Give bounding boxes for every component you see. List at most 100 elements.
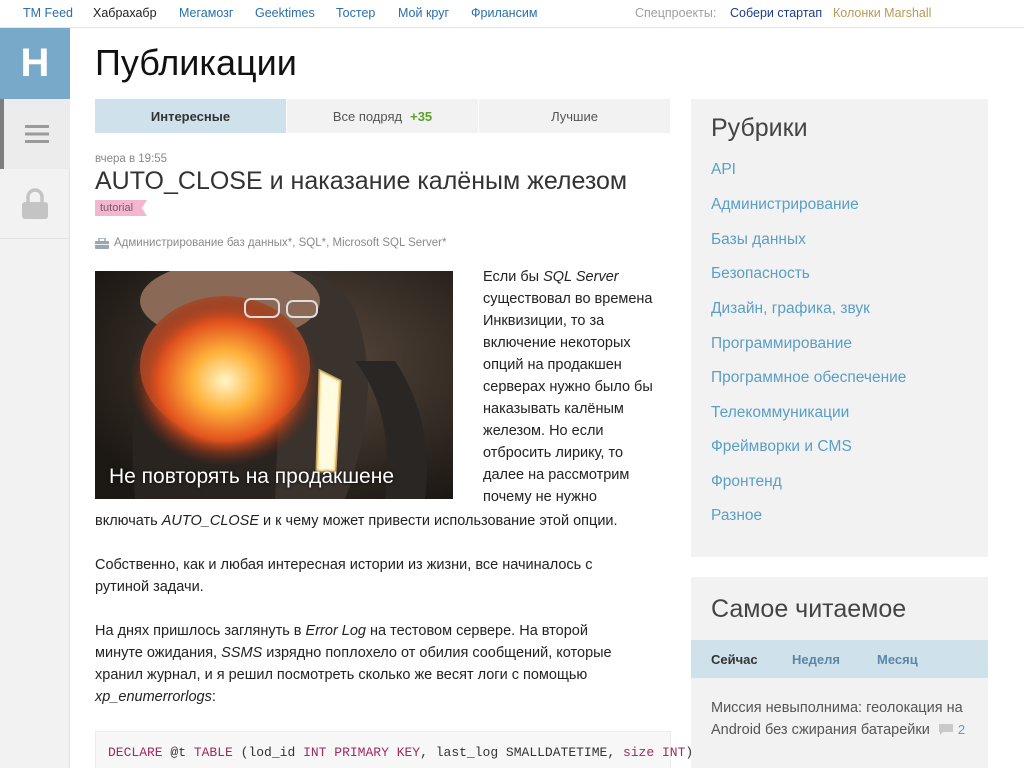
login-button[interactable] bbox=[0, 169, 70, 239]
menu-button[interactable] bbox=[0, 99, 70, 169]
comment-count: 2 bbox=[957, 722, 966, 737]
rubrics-panel: Рубрики API Администрирование Базы данны… bbox=[691, 99, 988, 557]
code-keyword: PRIMARY KEY bbox=[334, 745, 421, 760]
lock-icon bbox=[22, 187, 48, 219]
nav-tm-feed[interactable]: TM Feed bbox=[23, 6, 73, 20]
special-startup-link[interactable]: Собери стартап bbox=[730, 6, 822, 20]
post-image: Не повторять на продакшене bbox=[95, 271, 453, 499]
hub-link[interactable]: SQL* bbox=[299, 237, 327, 249]
rubric-link[interactable]: Администрирование bbox=[711, 196, 859, 214]
text-segment: минуте ожидания, bbox=[95, 645, 222, 661]
text-segment: изрядно поплохело от обилия сообщений, к… bbox=[262, 645, 612, 661]
hamburger-icon bbox=[25, 125, 49, 143]
text-line: На днях пришлось заглянуть в Error Log н… bbox=[95, 620, 588, 642]
publication-tabs: Интересные Все подряд +35 Лучшие bbox=[95, 99, 671, 133]
rubric-link[interactable]: Программное обеспечение bbox=[711, 369, 906, 387]
nav-megamozg[interactable]: Мегамозг bbox=[179, 6, 233, 20]
new-count-badge: +35 bbox=[410, 108, 433, 124]
text-segment: На днях пришлось заглянуть в bbox=[95, 623, 306, 639]
nav-frilansim[interactable]: Фрилансим bbox=[471, 6, 537, 20]
text-line: железом. Но если bbox=[483, 423, 604, 439]
rubric-link[interactable]: Телекоммуникации bbox=[711, 404, 849, 422]
post-title[interactable]: AUTO_CLOSE и наказание калёным железом bbox=[95, 167, 627, 196]
hub-icon bbox=[95, 237, 109, 249]
most-read-title: Самое читаемое bbox=[711, 595, 907, 623]
image-caption: Не повторять на продакшене bbox=[109, 465, 394, 488]
code-keyword: TABLE bbox=[193, 745, 233, 760]
tab-week[interactable]: Неделя bbox=[792, 652, 840, 667]
intro-paragraph: Если бы SQL Server существовал во времен… bbox=[483, 266, 673, 508]
top-navigation: TM Feed Хабрахабр Мегамозг Geektimes Тос… bbox=[0, 0, 1024, 28]
tab-interesting-label: Интересные bbox=[150, 108, 231, 124]
tab-month[interactable]: Месяц bbox=[877, 652, 918, 667]
hub-link[interactable]: Администрирование баз данных* bbox=[114, 237, 292, 249]
rubric-link[interactable]: Дизайн, графика, звук bbox=[711, 300, 870, 318]
text-line: xp_enumerrorlogs: bbox=[95, 686, 216, 708]
rubric-link[interactable]: Базы данных bbox=[711, 231, 806, 249]
text-segment: на тестовом сервере. На второй bbox=[366, 623, 588, 639]
text-emphasis: SSMS bbox=[221, 645, 263, 661]
most-read-tabs: Сейчас Неделя Месяц bbox=[691, 640, 988, 678]
text-line: почему не нужно bbox=[483, 489, 597, 505]
code-keyword: INT bbox=[303, 745, 327, 760]
text-segment: включать bbox=[95, 513, 162, 529]
most-read-panel: Самое читаемое Сейчас Неделя Месяц Мисси… bbox=[691, 577, 988, 768]
tab-all-label: Все подряд bbox=[332, 108, 403, 124]
special-projects-label: Спецпроекты: bbox=[635, 6, 717, 20]
text-emphasis: SQL Server bbox=[543, 269, 619, 285]
habr-logo[interactable]: H bbox=[0, 28, 70, 99]
text-line: Собственно, как и любая интересная истор… bbox=[95, 557, 593, 573]
most-read-item[interactable]: Миссия невыполнима: геолокация на Androi… bbox=[711, 698, 981, 741]
rubric-link[interactable]: API bbox=[711, 161, 736, 179]
text-line: хранил журнал, и я решил посмотреть скол… bbox=[95, 667, 588, 683]
nav-toster[interactable]: Тостер bbox=[336, 6, 375, 20]
post-tag: tutorial bbox=[95, 200, 148, 216]
text-line: Если бы SQL Server bbox=[483, 266, 673, 288]
rubric-link[interactable]: Безопасность bbox=[711, 265, 810, 283]
text-segment: и к чему может привести использование эт… bbox=[259, 513, 618, 529]
code-keyword: DECLARE bbox=[108, 745, 163, 760]
nav-geektimes[interactable]: Geektimes bbox=[255, 6, 315, 20]
text-emphasis: AUTO_CLOSE bbox=[161, 513, 260, 529]
text-line: серверах нужно было бы bbox=[483, 379, 653, 395]
nav-habrahabr[interactable]: Хабрахабр bbox=[93, 6, 157, 20]
code-text: , last_log SMALLDATETIME, bbox=[420, 745, 623, 760]
comment-icon bbox=[938, 724, 953, 735]
tab-interesting[interactable]: Интересные bbox=[95, 99, 287, 133]
page-title: Публикации bbox=[95, 42, 297, 83]
text-segment: : bbox=[211, 689, 216, 705]
code-text: @t bbox=[162, 745, 194, 760]
post-time: вчера в 19:55 bbox=[95, 153, 168, 165]
rubric-link[interactable]: Фреймворки и CMS bbox=[711, 438, 852, 456]
text-emphasis: xp_enumerrorlogs bbox=[95, 689, 212, 705]
left-sidebar: H bbox=[0, 28, 70, 768]
tab-best[interactable]: Лучшие bbox=[479, 99, 671, 133]
post-hubs: Администрирование баз данных*, SQL*, Mic… bbox=[95, 237, 446, 249]
rubric-link[interactable]: Фронтенд bbox=[711, 473, 782, 491]
text-line: отбросить лирику, то bbox=[483, 445, 624, 461]
text-line: включать AUTO_CLOSE и к чему может приве… bbox=[95, 510, 618, 532]
text-line: далее на рассмотрим bbox=[483, 467, 630, 483]
hub-link[interactable]: Microsoft SQL Server* bbox=[333, 237, 447, 249]
text-line: рутиной задачи. bbox=[95, 579, 204, 595]
tab-all[interactable]: Все подряд +35 bbox=[287, 99, 479, 133]
logo-letter: H bbox=[20, 41, 50, 85]
text-line: включение некоторых bbox=[483, 335, 631, 351]
special-marshall-link[interactable]: Колонки Marshall bbox=[833, 6, 931, 20]
tab-best-label: Лучшие bbox=[551, 108, 598, 124]
code-block[interactable]: DECLARE @t TABLE (lod_id INT PRIMARY KEY… bbox=[95, 731, 693, 768]
text-line: существовал во времена bbox=[483, 291, 653, 307]
text-line: опций на продакшен bbox=[483, 357, 622, 373]
code-keyword: size bbox=[622, 745, 655, 760]
code-text: (lod_id bbox=[232, 745, 304, 760]
rubric-link[interactable]: Разное bbox=[711, 507, 762, 525]
rubric-link[interactable]: Программирование bbox=[711, 335, 852, 353]
most-read-item-title: Миссия невыполнима: геолокация на Androi… bbox=[711, 700, 963, 738]
tab-now[interactable]: Сейчас bbox=[711, 652, 758, 667]
text-line: Инквизиции, то за bbox=[483, 313, 605, 329]
nav-moy-krug[interactable]: Мой круг bbox=[398, 6, 449, 20]
rubrics-title: Рубрики bbox=[711, 114, 808, 142]
text-line: наказывать калёным bbox=[483, 401, 624, 417]
text-emphasis: Error Log bbox=[305, 623, 366, 639]
